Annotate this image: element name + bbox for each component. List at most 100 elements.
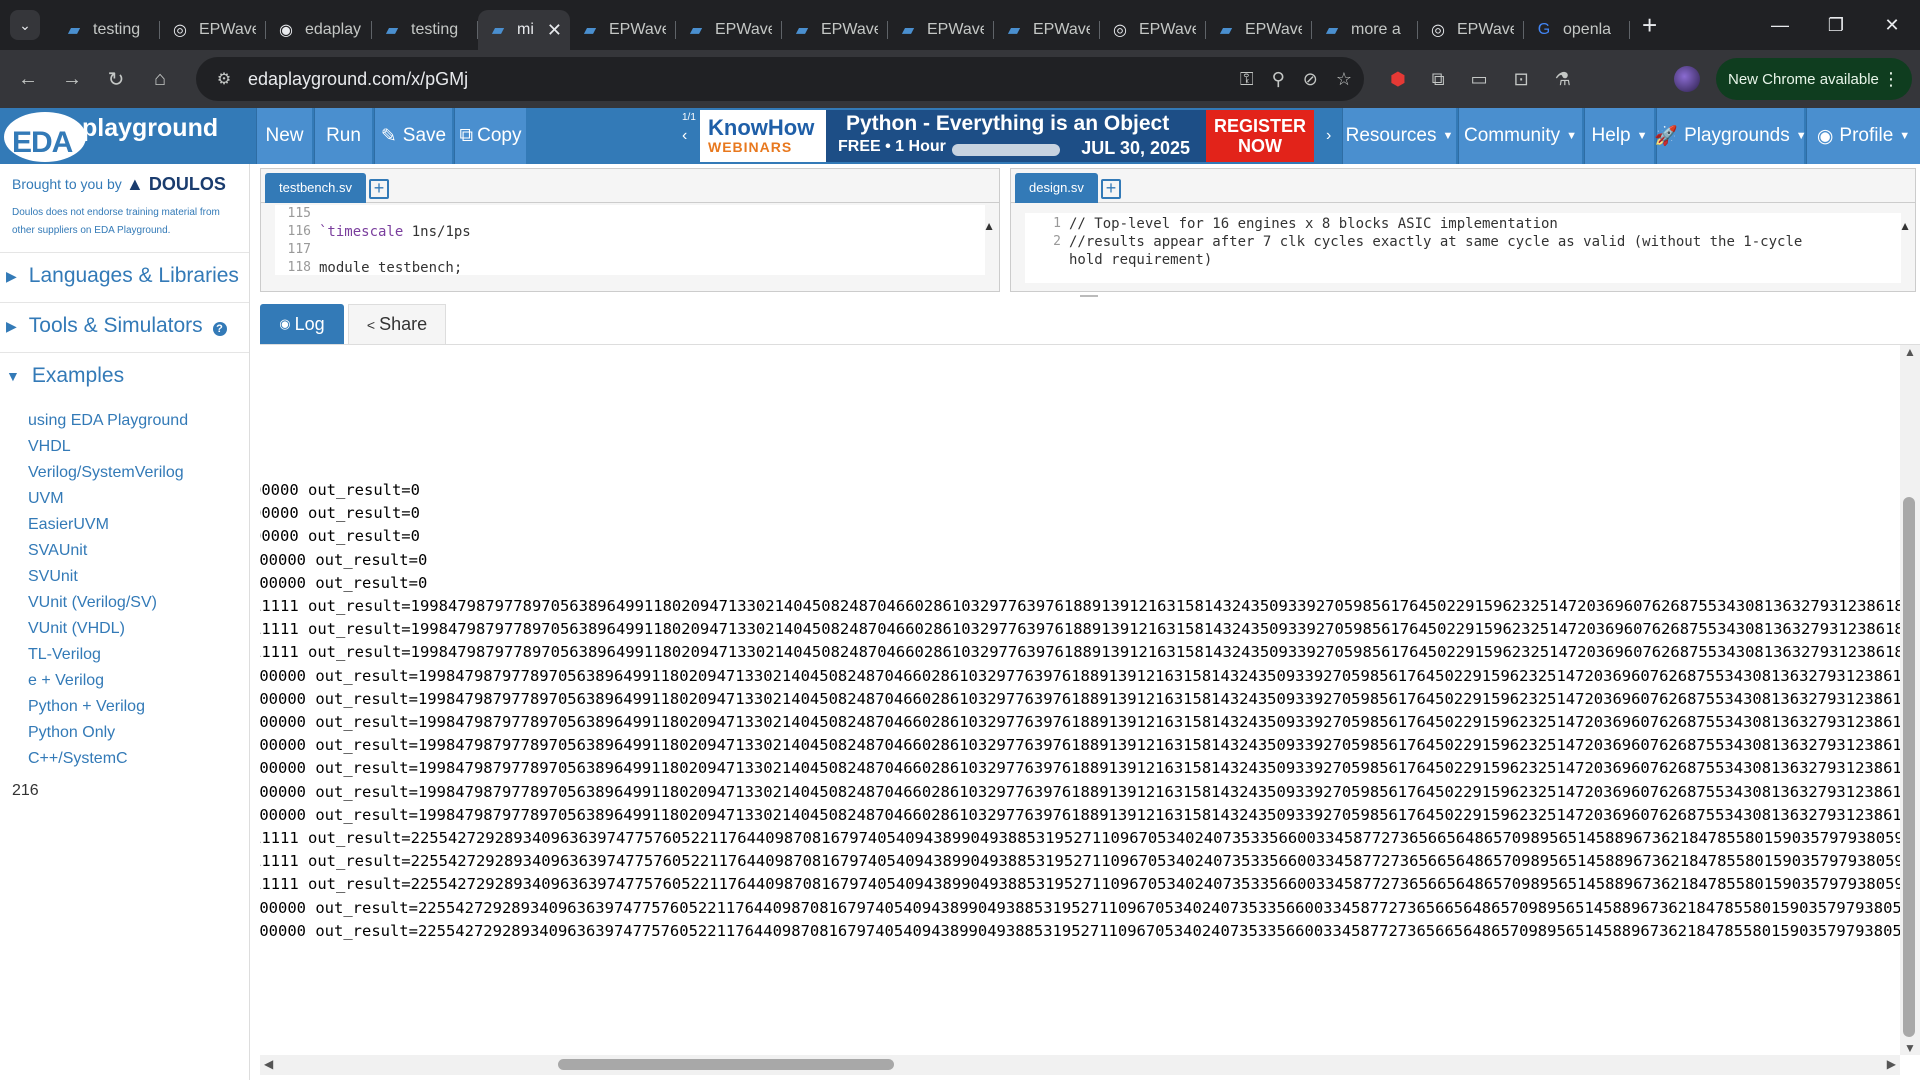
tools-simulators-section[interactable]: ▶ Tools & Simulators ? xyxy=(6,314,227,338)
screenshot-icon[interactable]: ⊡ xyxy=(1514,69,1529,90)
design-code-editor[interactable]: 1 // Top-level for 16 engines x 8 blocks … xyxy=(1025,213,1901,283)
examples-section[interactable]: ▼ Examples xyxy=(6,364,124,388)
tab-testbench[interactable]: testbench.sv xyxy=(265,173,366,203)
close-tab-icon[interactable]: ✕ xyxy=(547,20,562,41)
example-link[interactable]: C++/SystemC xyxy=(28,746,188,772)
example-link[interactable]: SVAUnit xyxy=(28,538,188,564)
scroll-up-icon[interactable]: ▲ xyxy=(1904,345,1916,359)
resize-handle[interactable] xyxy=(1080,295,1098,297)
example-link[interactable]: VUnit (VHDL) xyxy=(28,616,188,642)
log-output[interactable]: 00000 out_result=0 00000 out_result=0 0000… xyxy=(260,345,1900,1055)
reading-mode-icon[interactable]: ▭ xyxy=(1471,69,1488,90)
more-vert-icon[interactable]: ⋮ xyxy=(1882,69,1900,90)
example-link[interactable]: TL-Verilog xyxy=(28,642,188,668)
playgrounds-menu[interactable]: 🚀 Playgrounds ▼ xyxy=(1654,108,1807,164)
restore-icon[interactable]: ❐ xyxy=(1808,0,1864,50)
example-link[interactable]: UVM xyxy=(28,486,188,512)
labs-icon[interactable]: ⚗ xyxy=(1555,69,1571,90)
password-key-icon[interactable]: ⚿ xyxy=(1240,69,1254,90)
profile-avatar[interactable] xyxy=(1674,66,1700,92)
save-button[interactable]: ✎ Save xyxy=(374,108,452,164)
tab-log[interactable]: ◉ Log xyxy=(260,304,344,344)
new-button[interactable]: New xyxy=(256,108,312,164)
example-link[interactable]: EasierUVM xyxy=(28,512,188,538)
banner-next-icon[interactable]: › xyxy=(1326,108,1331,164)
browser-tab[interactable]: ▰ EPWave xyxy=(1206,10,1312,50)
new-tab-button[interactable]: + xyxy=(1642,10,1657,41)
add-file-button[interactable]: + xyxy=(1101,179,1121,199)
scroll-left-icon[interactable]: ◀ xyxy=(264,1057,273,1071)
bookmark-star-icon[interactable]: ☆ xyxy=(1336,69,1352,90)
scroll-up-icon[interactable]: ▲ xyxy=(983,219,995,233)
languages-libraries-section[interactable]: ▶ Languages & Libraries xyxy=(6,264,239,288)
line-number: 118 xyxy=(287,260,311,275)
testbench-code-editor[interactable]: 115 116 `timescale 1ns/1ps 117 118 module tes… xyxy=(275,205,985,275)
example-link[interactable]: VUnit (Verilog/SV) xyxy=(28,590,188,616)
browser-tab[interactable]: ▰ EPWave xyxy=(888,10,994,50)
doulos-logo[interactable]: ▲ DOULOS xyxy=(126,174,226,195)
browser-tab[interactable]: ◎ EPWave xyxy=(1100,10,1206,50)
url-text[interactable]: edaplayground.com/x/pGMj xyxy=(248,69,468,90)
extensions-puzzle-icon[interactable]: ⧉ xyxy=(1432,69,1445,90)
banner-prev-icon[interactable]: ‹ xyxy=(682,108,687,164)
browser-tab[interactable]: ▰ EPWave xyxy=(570,10,676,50)
scroll-up-icon[interactable]: ▲ xyxy=(1899,219,1911,233)
log-horizontal-scrollbar[interactable]: ◀ ▶ xyxy=(260,1055,1900,1075)
home-button[interactable]: ⌂ xyxy=(138,57,182,101)
example-link[interactable]: SVUnit xyxy=(28,564,188,590)
tab-share[interactable]: < Share xyxy=(348,304,446,344)
run-button[interactable]: Run xyxy=(314,108,372,164)
add-file-button[interactable]: + xyxy=(369,179,389,199)
minimize-icon[interactable]: — xyxy=(1752,0,1808,50)
code-line: hold requirement) xyxy=(1025,251,1901,269)
tab-search-button[interactable]: ⌄ xyxy=(10,10,40,40)
browser-tab[interactable]: ◎ EPWave xyxy=(1418,10,1524,50)
browser-tab[interactable]: ▰ testing xyxy=(54,10,160,50)
log-line: 000000 out_result=0 xyxy=(260,573,428,592)
scroll-down-icon[interactable]: ▼ xyxy=(1904,1041,1916,1055)
adblock-extension-icon[interactable]: ⬢ xyxy=(1390,69,1406,90)
browser-tab[interactable]: ◉ edaplay xyxy=(266,10,372,50)
browser-tab[interactable]: ▰ more a xyxy=(1312,10,1418,50)
forward-button[interactable]: → xyxy=(50,57,94,101)
chevron-down-icon: ⌄ xyxy=(19,16,31,33)
register-now-button[interactable]: REGISTER NOW xyxy=(1206,110,1314,162)
example-link[interactable]: Verilog/SystemVerilog xyxy=(28,460,188,486)
webinar-banner[interactable]: KnowHow WEBINARS Python - Everything is … xyxy=(700,110,1314,162)
browser-tab[interactable]: Gopenla xyxy=(1524,10,1630,50)
logo-playground-text: playground xyxy=(82,114,219,142)
tab-title: EPWave xyxy=(927,21,984,38)
log-vertical-scrollbar[interactable]: ▲ ▼ xyxy=(1900,345,1920,1055)
eye-off-icon[interactable]: ⊘ xyxy=(1303,69,1318,90)
scroll-right-icon[interactable]: ▶ xyxy=(1887,1057,1896,1071)
reload-button[interactable]: ↻ xyxy=(94,57,138,101)
close-window-icon[interactable]: ✕ xyxy=(1864,0,1920,50)
zoom-icon[interactable]: ⚲ xyxy=(1272,69,1285,90)
site-info-icon[interactable]: ⚙ xyxy=(204,69,244,89)
browser-tab[interactable]: ▰ EPWave xyxy=(994,10,1100,50)
browser-tab[interactable]: ▰ mi ✕ xyxy=(478,10,570,50)
tab-design[interactable]: design.sv xyxy=(1015,173,1098,203)
scrollbar-thumb[interactable] xyxy=(1903,497,1915,1037)
eda-favicon-icon: ▰ xyxy=(385,22,399,39)
browser-tab[interactable]: ▰ EPWave xyxy=(676,10,782,50)
help-menu[interactable]: Help ▼ xyxy=(1584,108,1654,164)
address-bar[interactable]: ⚙ edaplayground.com/x/pGMj ⚿ ⚲ ⊘ ☆ xyxy=(196,57,1364,101)
help-circle-icon[interactable]: ? xyxy=(212,322,227,336)
browser-tab[interactable]: ▰ EPWave xyxy=(782,10,888,50)
community-menu[interactable]: Community ▼ xyxy=(1458,108,1582,164)
example-link[interactable]: VHDL xyxy=(28,434,188,460)
browser-tab[interactable]: ▰ testing xyxy=(372,10,478,50)
example-link[interactable]: Python Only xyxy=(28,720,188,746)
browser-tab[interactable]: ◎ EPWave xyxy=(160,10,266,50)
example-link[interactable]: e + Verilog xyxy=(28,668,188,694)
scrollbar-thumb[interactable] xyxy=(558,1059,894,1070)
back-button[interactable]: ← xyxy=(6,57,50,101)
copy-button[interactable]: ⧉ Copy xyxy=(454,108,526,164)
example-link[interactable]: Python + Verilog xyxy=(28,694,188,720)
profile-menu[interactable]: ◉ Profile ▼ xyxy=(1806,108,1920,164)
eda-playground-logo[interactable]: EDA playground xyxy=(4,110,244,162)
chrome-update-button[interactable]: New Chrome available ⋮ xyxy=(1716,58,1912,100)
resources-menu[interactable]: Resources ▼ xyxy=(1342,108,1456,164)
example-link[interactable]: using EDA Playground xyxy=(28,408,188,434)
